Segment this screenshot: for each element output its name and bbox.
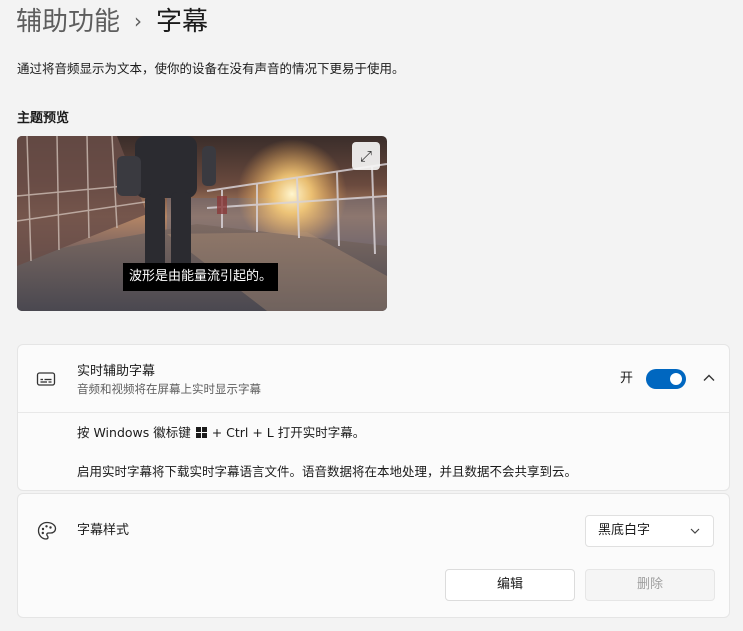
expand-preview-button[interactable]: ⤢	[352, 142, 380, 170]
caption-style-dropdown[interactable]: 黑底白字	[585, 515, 714, 547]
chevron-down-icon	[690, 528, 700, 534]
delete-style-button: 删除	[585, 569, 715, 601]
captions-icon	[36, 372, 56, 386]
caption-style-card: 字幕样式 黑底白字 编辑 删除	[17, 493, 730, 618]
page-title: 字幕	[156, 7, 209, 37]
live-captions-card: 实时辅助字幕 音频和视频将在屏幕上实时显示字幕 开 按 Windows 徽标键 …	[17, 344, 730, 491]
breadcrumb-separator-icon: ›	[134, 9, 143, 33]
shortcut-hint: 按 Windows 徽标键 + Ctrl + L 打开实时字幕。	[77, 424, 365, 442]
theme-preview-heading: 主题预览	[17, 111, 70, 126]
caption-style-selected: 黑底白字	[598, 523, 651, 538]
live-captions-header[interactable]: 实时辅助字幕 音频和视频将在屏幕上实时显示字幕 开	[18, 345, 729, 413]
toggle-state-label: 开	[620, 371, 634, 386]
page-description: 通过将音频显示为文本，使你的设备在没有声音的情况下更易于使用。	[17, 61, 405, 76]
theme-preview-image: ⤢ 波形是由能量流引起的。	[17, 136, 387, 311]
caption-sample-text: 波形是由能量流引起的。	[123, 263, 279, 291]
captions-settings-page: 辅助功能 › 字幕 通过将音频显示为文本，使你的设备在没有声音的情况下更易于使用…	[0, 0, 743, 631]
shortcut-hint-after: + Ctrl + L 打开实时字幕。	[207, 425, 366, 440]
live-captions-toggle[interactable]	[646, 369, 686, 389]
breadcrumb-accessibility-link[interactable]: 辅助功能	[16, 4, 120, 40]
windows-logo-icon	[195, 427, 207, 438]
breadcrumb: 辅助功能 › 字幕	[16, 4, 208, 40]
palette-icon	[37, 521, 57, 540]
edit-style-button[interactable]: 编辑	[445, 569, 575, 601]
toggle-knob	[670, 373, 682, 385]
expand-icon: ⤢	[359, 147, 372, 165]
caption-style-title: 字幕样式	[77, 523, 130, 538]
live-captions-subtitle: 音频和视频将在屏幕上实时显示字幕	[77, 382, 261, 396]
download-note: 启用实时字幕将下载实时字幕语言文件。语音数据将在本地处理，并且数据不会共享到云。	[77, 464, 578, 479]
live-captions-title: 实时辅助字幕	[77, 364, 156, 379]
chevron-up-icon[interactable]	[699, 368, 719, 388]
shortcut-hint-before: 按 Windows 徽标键	[77, 425, 195, 440]
